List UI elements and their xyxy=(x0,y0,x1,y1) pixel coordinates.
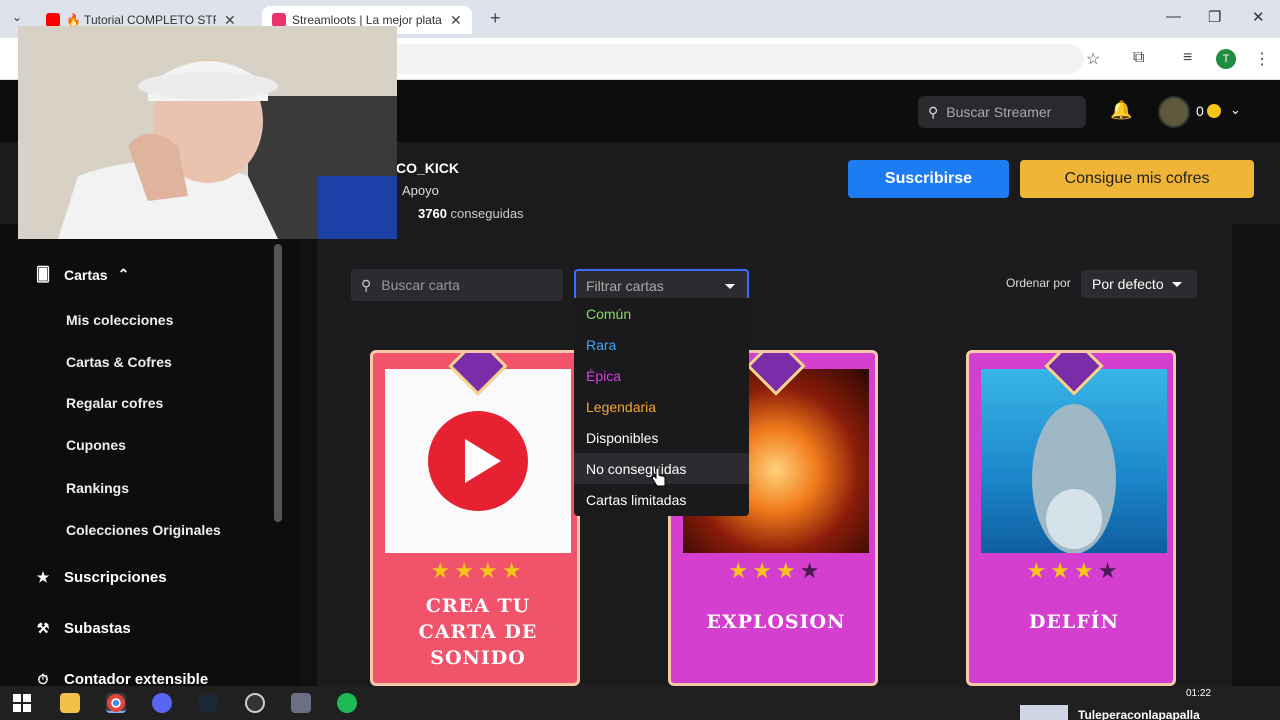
bookmark-star-icon[interactable]: ☆ xyxy=(1086,49,1100,69)
notification-username: Tuleperaconlapapalla xyxy=(1078,708,1200,720)
streamer-search-input[interactable]: ⚲ Buscar Streamer xyxy=(918,96,1086,128)
taskbar-clock: 01:22 xyxy=(1186,688,1212,699)
sidebar-item-gift-chests[interactable]: Regalar cofres xyxy=(66,395,163,411)
chevron-down-icon[interactable]: ⌄ xyxy=(1230,102,1241,118)
caret-down-icon xyxy=(1171,281,1182,287)
tab-title: Streamloots | La mejor plataform xyxy=(292,13,442,27)
cards-icon: 🂠 xyxy=(35,266,51,282)
get-chests-button[interactable]: Consigue mis cofres xyxy=(1020,160,1254,198)
card-name: DELFÍN xyxy=(1028,611,1120,633)
notification-thumbnail xyxy=(1020,705,1068,720)
app-window-icon[interactable] xyxy=(291,693,311,713)
sort-select[interactable]: Por defecto xyxy=(1081,270,1197,298)
cards-collected: 3760 conseguidas xyxy=(418,206,524,221)
dolphin-image xyxy=(1032,404,1116,554)
sidebar: 🂠 Cartas ⌃ Mis colecciones Cartas & Cofr… xyxy=(0,224,300,688)
streamloots-icon xyxy=(272,13,286,27)
profile-avatar[interactable]: T xyxy=(1216,49,1236,69)
sidebar-item-auctions[interactable]: ⚒ Subastas xyxy=(34,620,131,637)
chevron-up-icon: ⌃ xyxy=(117,266,130,282)
filter-cards-select[interactable]: Filtrar cartas xyxy=(574,269,749,301)
close-window-icon[interactable]: ✕ xyxy=(1252,8,1265,26)
tab-title: 🔥 Tutorial COMPLETO STREAM xyxy=(66,13,216,27)
sort-label: Ordenar por xyxy=(1006,276,1071,290)
hand-cursor-icon xyxy=(651,467,666,487)
filter-option-limited[interactable]: Cartas limitadas xyxy=(574,484,749,515)
media-queue-icon[interactable]: ≡ xyxy=(1183,49,1192,67)
filter-option-rare[interactable]: Rara xyxy=(574,329,749,360)
sidebar-scrollbar[interactable] xyxy=(274,244,282,522)
card-image xyxy=(385,369,571,553)
user-avatar[interactable] xyxy=(1158,96,1190,128)
search-placeholder: Buscar Streamer xyxy=(946,104,1052,120)
obs-icon[interactable] xyxy=(245,693,265,713)
play-button-icon xyxy=(428,411,528,511)
filter-option-epic[interactable]: Épica xyxy=(574,360,749,391)
discord-icon[interactable] xyxy=(152,693,172,713)
streamer-name: CO_KICK xyxy=(396,160,460,176)
subscribe-button[interactable]: Suscribirse xyxy=(848,160,1009,198)
card-image xyxy=(981,369,1167,554)
coin-icon xyxy=(1206,104,1221,118)
youtube-icon xyxy=(46,13,60,27)
file-explorer-icon[interactable] xyxy=(60,693,80,713)
minimize-icon[interactable]: — xyxy=(1166,8,1181,25)
windows-start-icon[interactable] xyxy=(12,693,32,713)
menu-dots-icon[interactable]: ⋮ xyxy=(1254,49,1270,69)
caret-down-icon xyxy=(725,283,735,289)
chrome-icon[interactable] xyxy=(106,693,126,713)
steam-icon[interactable] xyxy=(198,693,218,713)
tab-search-chevron-icon[interactable]: ⌄ xyxy=(12,10,22,24)
sidebar-item-coupons[interactable]: Cupones xyxy=(66,437,126,453)
filter-option-legendary[interactable]: Legendaria xyxy=(574,391,749,422)
coin-balance: 0 xyxy=(1196,103,1221,119)
filter-option-available[interactable]: Disponibles xyxy=(574,422,749,453)
card-name: CREA TU CARTA DE SONIDO xyxy=(418,595,538,669)
card-stars: ★★★★ xyxy=(728,558,824,583)
sidebar-item-subscriptions[interactable]: ★ Suscripciones xyxy=(34,569,167,586)
restore-icon[interactable]: ❐ xyxy=(1208,8,1221,26)
card-stars: ★★★★ xyxy=(430,558,526,583)
screen: ⌄ 🔥 Tutorial COMPLETO STREAM ✕ Streamloo… xyxy=(0,0,1280,720)
streamer-role: Apoyo xyxy=(402,183,439,198)
new-tab-icon[interactable]: + xyxy=(490,8,501,29)
coin-count: 0 xyxy=(1196,103,1204,119)
gavel-icon: ⚒ xyxy=(36,620,50,636)
sidebar-item-collections[interactable]: Mis colecciones xyxy=(66,312,173,328)
bell-icon[interactable]: 🔔 xyxy=(1110,100,1132,121)
card-stars: ★★★★ xyxy=(1026,558,1122,583)
sidebar-item-cards[interactable]: 🂠 Cartas ⌃ xyxy=(34,266,130,283)
card-name: EXPLOSION xyxy=(706,611,846,633)
card-sound[interactable]: ★★★★ CREA TU CARTA DE SONIDO xyxy=(370,350,580,686)
search-icon: ⚲ xyxy=(361,276,372,293)
sidebar-item-original-collections[interactable]: Colecciones Originales xyxy=(66,522,221,538)
extensions-icon[interactable]: ⧉ xyxy=(1133,49,1144,67)
webcam-overlay xyxy=(18,26,397,239)
card-dolphin[interactable]: ★★★★ DELFÍN xyxy=(966,350,1176,686)
streamer-webcam-image xyxy=(18,26,397,239)
search-icon: ⚲ xyxy=(928,103,939,120)
sidebar-item-cards-chests[interactable]: Cartas & Cofres xyxy=(66,354,172,370)
spotify-icon[interactable] xyxy=(337,693,357,713)
close-icon[interactable]: ✕ xyxy=(450,12,462,29)
sidebar-item-rankings[interactable]: Rankings xyxy=(66,480,129,496)
card-search-input[interactable]: ⚲ Buscar carta xyxy=(351,269,563,301)
filter-option-common[interactable]: Común xyxy=(574,298,749,329)
star-icon: ★ xyxy=(36,569,50,585)
